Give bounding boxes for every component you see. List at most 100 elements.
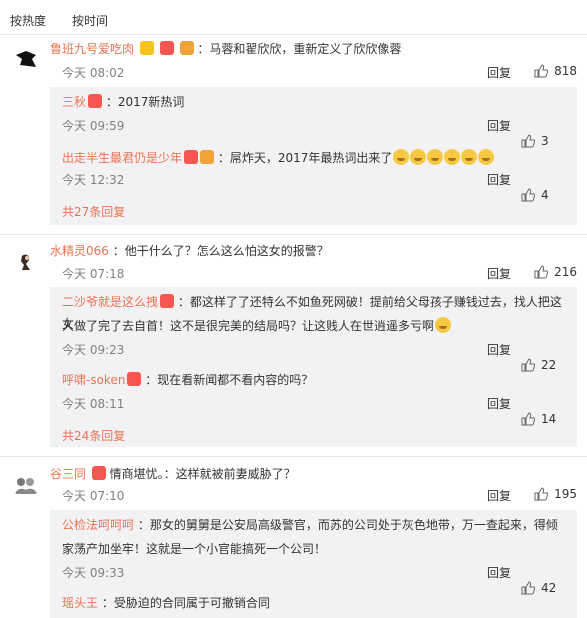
reply-meta: 今天 08:11 回复 14 <box>62 395 577 426</box>
reply-button[interactable]: 回复 <box>487 341 511 358</box>
reply-line-continued: 家荡产加坐牢！这就是一个小官能搞死一个公司！ <box>62 538 567 560</box>
emoji-icon <box>393 149 410 165</box>
reply-username[interactable]: 公检法呵呵呵 <box>62 518 134 532</box>
reply-text: ：现在看新闻都不看内容的吗？ <box>145 373 314 387</box>
comment-line: 水精灵066 ：他干什么了？怎么这么怕这女的报警？ <box>50 242 577 260</box>
reply-text: ：2017新热词 <box>105 95 185 109</box>
emoji-icon <box>461 149 478 165</box>
more-replies-link[interactable]: 共27条回复 <box>62 203 125 220</box>
comment-username[interactable]: 谷三同 <box>50 467 86 481</box>
avatar[interactable] <box>12 45 40 73</box>
thumbs-up-icon <box>534 487 549 501</box>
medal-badge-icon <box>179 41 194 55</box>
reply-username[interactable]: 瑶头王 <box>62 596 98 610</box>
reply-meta: 今天 09:59 回复 3 <box>62 117 577 148</box>
reply-username[interactable]: 二沙爷就是这么拽 <box>62 295 158 309</box>
comment-text: ：他干什么了？怎么这么怕这女的报警？ <box>112 244 329 258</box>
avatar-figure-icon <box>12 45 40 73</box>
reply-time: 今天 08:11 <box>62 397 125 411</box>
vip-badge-icon <box>159 41 174 55</box>
reply-button[interactable]: 回复 <box>487 171 511 188</box>
reply-line: 瑶头王 ：受胁迫的合同属于可撤销合同 <box>62 592 567 614</box>
sort-by-time-tab[interactable]: 按时间 <box>72 12 108 32</box>
reply-username[interactable]: 呼啸-soken <box>62 373 125 387</box>
reply-text: ：那女的舅舅是公安局高级警官，而苏的公司处于灰色地带，万一查起来，得倾 <box>137 518 558 532</box>
like-button[interactable]: 818 <box>534 64 577 78</box>
like-button[interactable]: 14 <box>521 412 577 426</box>
reply-button[interactable]: 回复 <box>487 564 511 581</box>
reply-text: ：受胁迫的合同属于可撤销合同 <box>101 596 270 610</box>
avatar[interactable] <box>12 470 40 498</box>
comment-line: 鲁班九号爱吃肉 ：马蓉和翟欣欣，重新定义了欣欣像蓉 <box>50 40 577 58</box>
avatar[interactable] <box>12 248 40 276</box>
more-replies-link[interactable]: 共24条回复 <box>62 427 125 444</box>
reply-box: 公检法呵呵呵 ：那女的舅舅是公安局高级警官，而苏的公司处于灰色地带，万一查起来，… <box>50 510 577 618</box>
reply-button[interactable]: 回复 <box>487 117 511 134</box>
avatar-fairy-icon <box>12 248 40 276</box>
reply-text: ：屌炸天，2017年最热词出来了 <box>217 151 393 165</box>
reply-line: 呼啸-soken ：现在看新闻都不看内容的吗？ <box>62 369 567 391</box>
comment-line: 谷三同 情商堪忧。：这样就被前妻威胁了？ <box>50 465 577 483</box>
reply-username[interactable]: 出走半生最君仍是少年 <box>62 151 182 165</box>
reply-text: 家荡产加坐牢！这就是一个小官能搞死一个公司！ <box>62 542 327 556</box>
like-button[interactable]: 4 <box>521 188 577 202</box>
vip-badge-icon <box>184 150 199 164</box>
like-count: 4 <box>541 188 549 202</box>
comment-meta: 今天 08:02 回复 818 <box>50 64 577 82</box>
comment-time: 今天 07:18 <box>62 267 125 281</box>
reply-time: 今天 12:32 <box>62 173 125 187</box>
reply-text: 人做了完了去自首！这不是很完美的结局吗？让这贱人在世逍遥多亏啊 <box>62 319 435 333</box>
reply-line: 三秋 ：2017新热词 <box>62 91 567 113</box>
reply-button[interactable]: 回复 <box>487 487 511 504</box>
like-count: 216 <box>554 265 577 279</box>
like-button[interactable]: 195 <box>534 487 577 501</box>
verified-badge-icon <box>139 41 154 55</box>
reply-button[interactable]: 回复 <box>487 265 511 282</box>
reply-button[interactable]: 回复 <box>487 395 511 412</box>
vip-badge-icon <box>127 372 142 386</box>
divider <box>0 456 587 457</box>
reply-meta: 今天 09:33 回复 42 <box>62 564 577 595</box>
comment-username[interactable]: 鲁班九号爱吃肉 <box>50 42 134 56</box>
vip-badge-icon <box>160 294 175 308</box>
comment-meta: 今天 07:10 回复 195 <box>50 487 577 505</box>
reply-box: 三秋 ：2017新热词 今天 09:59 回复 3 出走半生最君仍是少年 ：屌炸… <box>50 87 577 225</box>
reply-line-continued: 人做了完了去自首！这不是很完美的结局吗？让这贱人在世逍遥多亏啊 <box>62 315 567 337</box>
like-count: 818 <box>554 64 577 78</box>
reply-line: 出走半生最君仍是少年 ：屌炸天，2017年最热词出来了 <box>62 147 567 169</box>
emoji-icon <box>427 149 444 165</box>
reply-meta: 今天 09:23 回复 22 <box>62 341 577 372</box>
divider <box>0 234 587 235</box>
medal-badge-icon <box>200 150 215 164</box>
vip-badge-icon <box>88 94 103 108</box>
reply-time: 今天 09:33 <box>62 566 125 580</box>
sort-bar: 按热度 按时间 <box>10 12 108 32</box>
emoji-icon <box>435 317 452 333</box>
comment-text: 情商堪忧。：这样就被前妻威胁了？ <box>109 467 296 481</box>
like-count: 195 <box>554 487 577 501</box>
comment-time: 今天 08:02 <box>62 66 125 80</box>
reply-button[interactable]: 回复 <box>487 64 511 81</box>
reply-line: 公检法呵呵呵 ：那女的舅舅是公安局高级警官，而苏的公司处于灰色地带，万一查起来，… <box>62 514 567 536</box>
vip-badge-icon <box>91 466 106 480</box>
comment-username[interactable]: 水精灵066 <box>50 244 109 258</box>
like-count: 3 <box>541 134 549 148</box>
comment-time: 今天 07:10 <box>62 489 125 503</box>
comment-meta: 今天 07:18 回复 216 <box>50 265 577 283</box>
thumbs-up-icon <box>521 412 535 426</box>
emoji-icon <box>444 149 461 165</box>
reply-time: 今天 09:23 <box>62 343 125 357</box>
like-button[interactable]: 3 <box>521 134 577 148</box>
thumbs-up-icon <box>534 64 549 78</box>
reply-time: 今天 09:59 <box>62 119 125 133</box>
reply-username[interactable]: 三秋 <box>62 95 86 109</box>
thumbs-up-icon <box>521 188 535 202</box>
like-button[interactable]: 216 <box>534 265 577 279</box>
avatar-people-icon <box>12 470 40 498</box>
like-count: 14 <box>541 412 557 426</box>
emoji-icon <box>478 149 495 165</box>
thumbs-up-icon <box>534 265 549 279</box>
reply-box: 二沙爷就是这么拽 ：都这样了了还特么不如鱼死网破！提前给父母孩子赚钱过去，找人把… <box>50 287 577 447</box>
divider <box>0 34 587 35</box>
sort-by-hot-tab[interactable]: 按热度 <box>10 12 46 32</box>
